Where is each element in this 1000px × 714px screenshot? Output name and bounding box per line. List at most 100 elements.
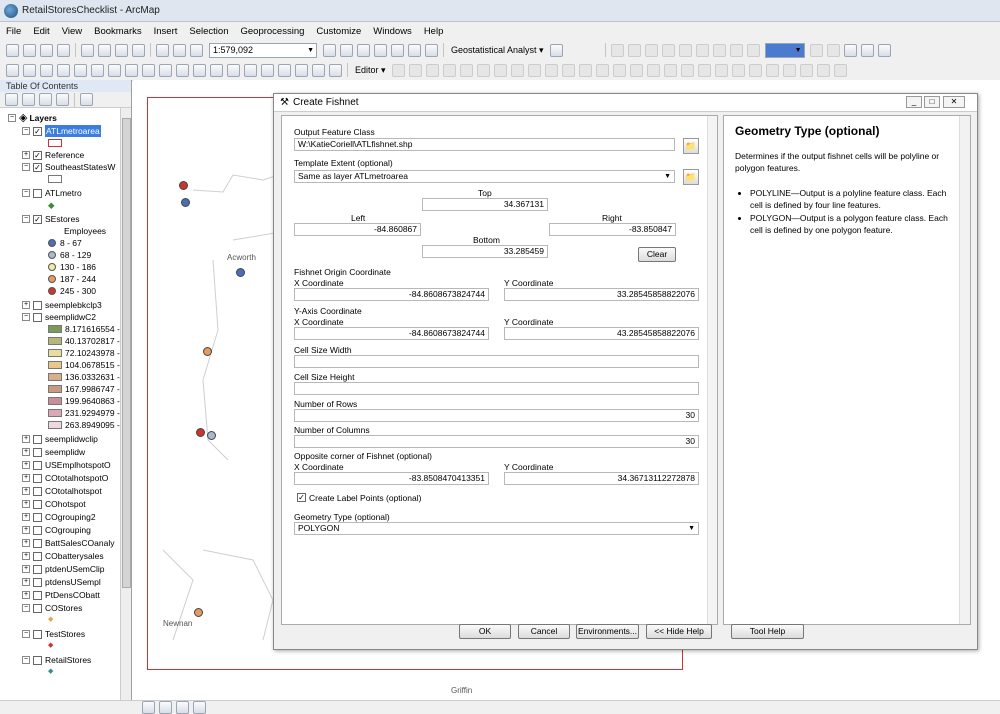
expand-icon[interactable]: + [22,552,30,560]
go-to-xy-icon[interactable] [295,63,308,77]
menu-selection[interactable]: Selection [183,26,234,37]
hide-help-button[interactable]: << Hide Help [646,624,712,639]
template-extent-select[interactable]: Same as layer ATLmetroarea [294,170,675,183]
edit-tool-icon[interactable] [748,63,762,77]
layer-row[interactable]: + COtotalhotspotO [22,472,108,484]
layer-row[interactable]: + COgrouping [22,524,91,536]
redo-icon[interactable] [173,43,186,57]
visibility-checkbox[interactable] [33,499,42,509]
back-icon[interactable] [108,63,121,77]
expand-icon[interactable]: + [22,526,30,534]
modelbuilder-icon[interactable] [425,43,438,57]
visibility-checkbox[interactable] [33,188,42,198]
legend-class[interactable]: 8.171616554 - 4 [48,323,127,335]
layout-tool-icon[interactable] [860,43,874,57]
visibility-checkbox[interactable] [33,551,42,561]
layout-tool-icon[interactable] [627,43,641,57]
layer-atlmetroarea[interactable]: − ✓ ATLmetroarea [22,125,101,137]
ok-button[interactable]: OK [459,624,511,639]
menu-customize[interactable]: Customize [310,26,367,37]
layout-tool-icon[interactable] [695,43,709,57]
edit-tool-icon[interactable] [595,63,609,77]
edit-tool-icon[interactable] [544,63,558,77]
legend-class[interactable]: 130 - 186 [48,261,96,273]
visibility-checkbox[interactable] [33,590,42,600]
layout-tool-icon[interactable] [712,43,726,57]
edit-tool-icon[interactable] [714,63,728,77]
legend-class[interactable]: 263.8949095 - 2 [48,419,127,431]
visibility-checkbox[interactable] [33,473,42,483]
toc-scrollbar[interactable] [120,108,131,700]
menu-geoprocessing[interactable]: Geoprocessing [234,26,310,37]
expand-icon[interactable]: + [22,461,30,469]
visibility-checkbox[interactable]: ✓ [33,162,42,172]
layer-row[interactable]: − TestStores [22,628,85,640]
select-features-icon[interactable] [142,63,155,77]
visibility-checkbox[interactable]: ✓ [33,214,42,224]
create-viewer-icon[interactable] [329,63,342,77]
map-scale-select[interactable]: 1:579,092 [209,42,317,58]
list-by-drawing-order-icon[interactable] [5,93,18,106]
layer-row[interactable]: − RetailStores [22,654,91,666]
fixed-zoom-in-icon[interactable] [74,63,87,77]
yaxis-y-field[interactable]: 43.28545858822076 [504,327,699,340]
options-icon[interactable] [80,93,93,106]
visibility-checkbox[interactable]: ✓ [33,150,42,160]
visibility-checkbox[interactable]: ✓ [33,126,42,136]
tool-help-button[interactable]: Tool Help [731,624,804,639]
select-elements-icon[interactable] [176,63,189,77]
edit-tool-icon[interactable] [476,63,490,77]
right-field[interactable]: -83.850847 [549,223,676,236]
layer-reference[interactable]: + ✓ Reference [22,149,84,161]
layer-row[interactable]: + ptdensUSempl [22,576,101,588]
opposite-y-field[interactable]: 34.36713112272878 [504,472,699,485]
expand-icon[interactable]: + [22,448,30,456]
zoom-out-icon[interactable] [23,63,36,77]
layer-row[interactable]: + PtDensCObatt [22,589,100,601]
layout-tool-icon[interactable] [877,43,891,57]
collapse-icon[interactable]: − [22,630,30,638]
visibility-checkbox[interactable] [33,564,42,574]
layer-seemplidwc2[interactable]: − seemplidwC2 [22,311,96,323]
layer-sestores[interactable]: − ✓ SEstores [22,213,80,225]
collapse-icon[interactable]: − [22,313,30,321]
edit-tool-icon[interactable] [612,63,626,77]
legend-class[interactable]: 40.13702817 - 7 [48,335,127,347]
collapse-icon[interactable]: − [8,114,16,122]
legend-class[interactable]: 187 - 244 [48,273,96,285]
python-window-icon[interactable] [408,43,421,57]
list-by-selection-icon[interactable] [56,93,69,106]
menu-edit[interactable]: Edit [27,26,55,37]
layer-southeaststates[interactable]: − ✓ SoutheastStatesW [22,161,115,173]
expand-icon[interactable]: + [22,500,30,508]
layout-tool-icon[interactable] [746,43,760,57]
expand-icon[interactable]: + [22,301,30,309]
visibility-checkbox[interactable] [33,447,42,457]
edit-tool-icon[interactable] [663,63,677,77]
layer-row[interactable]: + COgrouping2 [22,511,96,523]
editor-toolbar-icon[interactable] [323,43,336,57]
edit-tool-icon[interactable] [459,63,473,77]
edit-tool-icon[interactable] [697,63,711,77]
output-feature-class-field[interactable]: W:\KatieCoriell\ATLfishnet.shp [294,138,675,151]
measure-icon[interactable] [244,63,257,77]
layer-row[interactable]: + CObatterysales [22,550,104,562]
browse-folder-icon[interactable]: 📁 [683,169,699,185]
edit-tool-icon[interactable] [510,63,524,77]
store-point[interactable] [181,198,190,207]
legend-class[interactable]: 167.9986747 - 1 [48,383,127,395]
edit-tool-icon[interactable] [578,63,592,77]
menu-bookmarks[interactable]: Bookmarks [88,26,148,37]
pause-drawing-icon[interactable] [193,701,206,714]
html-popup-icon[interactable] [227,63,240,77]
new-document-icon[interactable] [6,43,19,57]
clear-selection-icon[interactable] [159,63,172,77]
layout-tool-icon[interactable] [809,43,823,57]
left-field[interactable]: -84.860867 [294,223,421,236]
hyperlink-icon[interactable] [210,63,223,77]
legend-class[interactable]: 68 - 129 [48,249,91,261]
time-slider-icon[interactable] [312,63,325,77]
parameters-scrollbar[interactable] [707,116,717,624]
edit-tool-icon[interactable] [391,63,405,77]
layer-row[interactable]: + BattSalesCOanaly [22,537,114,549]
